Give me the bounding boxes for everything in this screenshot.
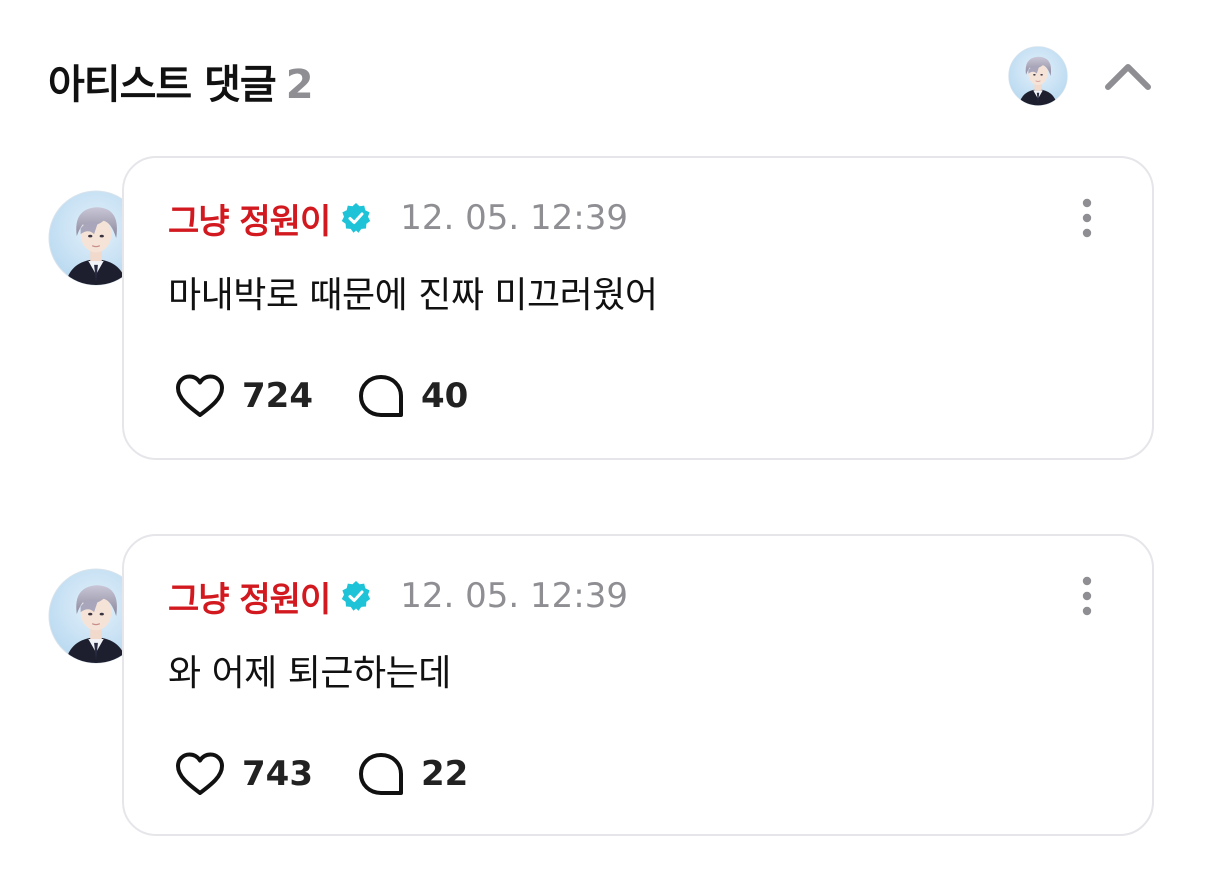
author-name[interactable]: 그냥 정원이 <box>168 194 331 243</box>
comment-actions: 743 22 <box>174 748 468 800</box>
section-header: 아티스트 댓글 2 <box>48 42 1158 112</box>
verified-badge-icon <box>342 203 371 233</box>
section-title-label: 아티스트 댓글 <box>48 62 277 108</box>
verified-badge-icon <box>342 581 371 611</box>
author-name[interactable]: 그냥 정원이 <box>168 572 331 621</box>
comment-text: 마내박로 때문에 진짜 미끄러웠어 <box>168 275 658 316</box>
chat-bubble-icon <box>358 375 403 417</box>
comment-meta: 그냥 정원이 12. 05. 12:39 <box>168 194 628 243</box>
comment-item: 그냥 정원이 12. 05. 12:39 와 어제 퇴근하는데 743 22 <box>48 534 1158 836</box>
more-options-button[interactable] <box>1072 574 1102 618</box>
artist-comments-panel: 아티스트 댓글 2 그냥 정원이 12. 05. 12:39 마내박로 때문에 … <box>0 0 1206 873</box>
chevron-up-icon <box>1105 64 1151 90</box>
comment-text: 와 어제 퇴근하는데 <box>168 653 451 694</box>
comment-count: 2 <box>285 62 314 108</box>
reply-button[interactable]: 40 <box>357 373 468 419</box>
reply-button[interactable]: 22 <box>357 751 468 797</box>
comment-timestamp: 12. 05. 12:39 <box>400 198 628 238</box>
like-button[interactable]: 724 <box>174 373 313 419</box>
like-button[interactable]: 743 <box>174 751 313 797</box>
comment-card: 그냥 정원이 12. 05. 12:39 와 어제 퇴근하는데 743 22 <box>122 534 1154 836</box>
like-count: 724 <box>242 376 313 416</box>
chat-bubble-icon <box>358 753 403 795</box>
more-options-button[interactable] <box>1072 196 1102 240</box>
collapse-button[interactable] <box>1098 48 1158 104</box>
comment-card: 그냥 정원이 12. 05. 12:39 마내박로 때문에 진짜 미끄러웠어 7… <box>122 156 1154 460</box>
reply-count: 22 <box>420 754 469 794</box>
like-count: 743 <box>242 754 313 794</box>
comment-timestamp: 12. 05. 12:39 <box>400 576 628 616</box>
reply-count: 40 <box>420 376 469 416</box>
comment-item: 그냥 정원이 12. 05. 12:39 마내박로 때문에 진짜 미끄러웠어 7… <box>48 156 1158 460</box>
more-vertical-icon <box>1082 576 1092 616</box>
more-vertical-icon <box>1082 198 1092 238</box>
avatar-image <box>1008 46 1068 106</box>
heart-icon <box>176 752 224 795</box>
comment-meta: 그냥 정원이 12. 05. 12:39 <box>168 572 628 621</box>
section-title: 아티스트 댓글 2 <box>48 52 314 110</box>
comment-actions: 724 40 <box>174 370 468 422</box>
header-artist-avatar[interactable] <box>1008 46 1068 106</box>
heart-icon <box>176 374 224 417</box>
